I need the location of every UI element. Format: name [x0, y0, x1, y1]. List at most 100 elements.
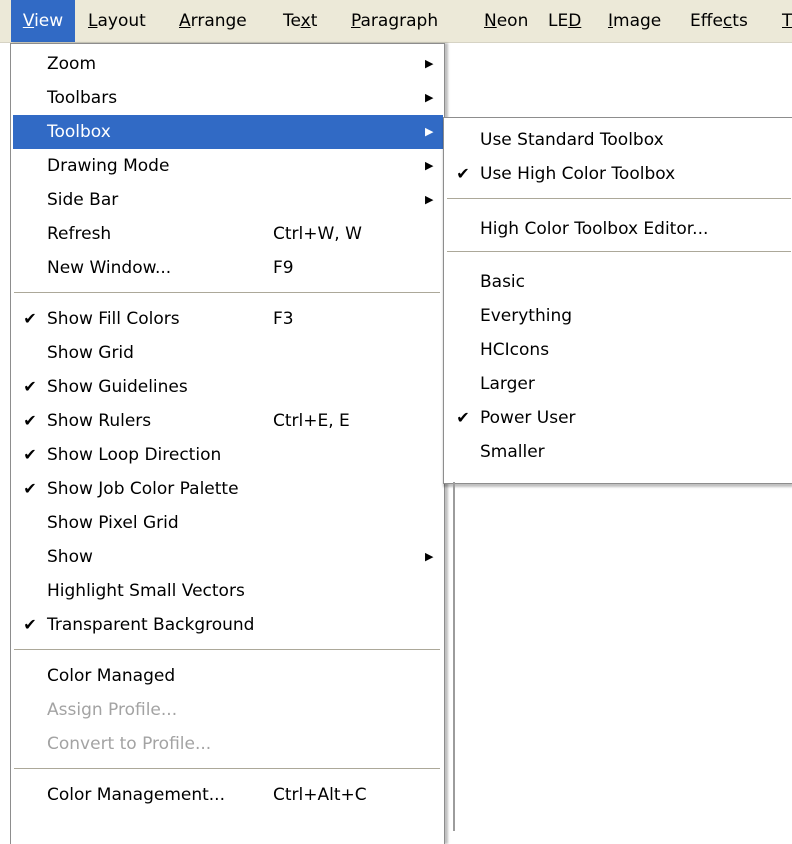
- menu-label: rrange: [190, 11, 247, 31]
- menu-mnemonic: D: [568, 11, 582, 31]
- menu-item-color-managed[interactable]: Color Managed: [13, 659, 443, 693]
- menu-item-label: Zoom: [47, 54, 97, 74]
- menu-image[interactable]: Image: [606, 0, 663, 42]
- menu-item-label: Side Bar: [47, 190, 119, 210]
- menu-bar: View Layout Arrange Text Paragraph Neon …: [0, 0, 792, 43]
- menu-label: iew: [34, 11, 64, 31]
- check-icon: ✔: [456, 164, 470, 183]
- menu-item-basic[interactable]: Basic: [446, 265, 792, 299]
- menu-t-truncated[interactable]: T: [780, 0, 792, 42]
- menu-separator: [14, 292, 440, 294]
- menu-item-label: Show Guidelines: [47, 377, 188, 397]
- menu-label: eon: [496, 11, 529, 31]
- submenu-arrow-icon: ▶: [425, 550, 434, 563]
- menu-item-label: Color Managed: [47, 666, 176, 686]
- menu-item-everything[interactable]: Everything: [446, 299, 792, 333]
- menu-effects[interactable]: Effects: [688, 0, 750, 42]
- menu-item-shortcut: Ctrl+W, W: [273, 224, 362, 244]
- menu-mnemonic: c: [722, 11, 733, 31]
- menu-mnemonic: P: [351, 11, 361, 31]
- menu-item-smaller[interactable]: Smaller: [446, 435, 792, 469]
- menu-item-label: High Color Toolbox Editor...: [480, 219, 709, 239]
- menu-item-side-bar[interactable]: Side Bar ▶: [13, 183, 443, 217]
- menu-mnemonic: T: [782, 11, 792, 31]
- menu-item-larger[interactable]: Larger: [446, 367, 792, 401]
- menu-item-assign-profile[interactable]: Assign Profile...: [13, 693, 443, 727]
- menu-label: Effe: [690, 11, 723, 31]
- menu-item-power-user[interactable]: ✔ Power User: [446, 401, 792, 435]
- menu-separator: [447, 251, 791, 253]
- check-icon: ✔: [23, 445, 37, 464]
- submenu-arrow-icon: ▶: [425, 193, 434, 206]
- menu-item-label: HCIcons: [480, 340, 550, 360]
- menu-item-use-standard-toolbox[interactable]: Use Standard Toolbox: [446, 123, 792, 157]
- menu-label: t: [310, 11, 318, 31]
- menu-item-hcicons[interactable]: HCIcons: [446, 333, 792, 367]
- menu-item-show-grid[interactable]: Show Grid: [13, 336, 443, 370]
- menu-item-label: Use High Color Toolbox: [480, 164, 676, 184]
- menu-item-show-guidelines[interactable]: ✔ Show Guidelines: [13, 370, 443, 404]
- check-icon: ✔: [23, 309, 37, 328]
- menu-item-zoom[interactable]: Zoom ▶: [13, 47, 443, 81]
- menu-item-label: Show Grid: [47, 343, 134, 363]
- submenu-arrow-icon: ▶: [425, 125, 434, 138]
- menu-label: aragraph: [360, 11, 439, 31]
- menu-layout[interactable]: Layout: [86, 0, 148, 42]
- menu-label: mage: [613, 11, 662, 31]
- menu-mnemonic: x: [300, 11, 311, 31]
- check-icon: ✔: [23, 479, 37, 498]
- menu-neon[interactable]: Neon: [482, 0, 530, 42]
- menu-item-show-job-color-palette[interactable]: ✔ Show Job Color Palette: [13, 472, 443, 506]
- menu-item-toolbars[interactable]: Toolbars ▶: [13, 81, 443, 115]
- menu-mnemonic: V: [22, 11, 35, 31]
- menu-item-label: Toolbars: [47, 88, 118, 108]
- menu-item-high-color-toolbox-editor[interactable]: High Color Toolbox Editor...: [446, 212, 792, 246]
- menu-label: LE: [548, 11, 569, 31]
- menu-item-highlight-small-vectors[interactable]: Highlight Small Vectors: [13, 574, 443, 608]
- menu-arrange[interactable]: Arrange: [177, 0, 249, 42]
- menu-item-label: Show: [47, 547, 93, 567]
- menu-item-label: Power User: [480, 408, 576, 428]
- menu-paragraph[interactable]: Paragraph: [349, 0, 440, 42]
- menu-item-drawing-mode[interactable]: Drawing Mode ▶: [13, 149, 443, 183]
- menu-item-label: Basic: [480, 272, 526, 292]
- menu-item-toolbox[interactable]: Toolbox ▶: [13, 115, 443, 149]
- menu-item-refresh[interactable]: Refresh Ctrl+W, W: [13, 217, 443, 251]
- check-icon: ✔: [23, 411, 37, 430]
- menu-item-show-fill-colors[interactable]: ✔ Show Fill Colors F3: [13, 302, 443, 336]
- menu-item-show[interactable]: Show ▶: [13, 540, 443, 574]
- menu-item-label: Larger: [480, 374, 535, 394]
- menu-item-label: Use Standard Toolbox: [480, 130, 664, 150]
- menu-item-shortcut: Ctrl+E, E: [273, 411, 350, 431]
- submenu-arrow-icon: ▶: [425, 91, 434, 104]
- menu-item-transparent-background[interactable]: ✔ Transparent Background: [13, 608, 443, 642]
- menu-separator: [14, 768, 440, 770]
- menu-separator: [447, 198, 791, 200]
- menu-item-label: Show Rulers: [47, 411, 152, 431]
- canvas-edge-divider: [453, 482, 455, 831]
- menu-item-show-rulers[interactable]: ✔ Show Rulers Ctrl+E, E: [13, 404, 443, 438]
- menu-item-label: Show Job Color Palette: [47, 479, 239, 499]
- menu-led[interactable]: LED: [546, 0, 583, 42]
- menu-label: ayout: [97, 11, 146, 31]
- menu-view[interactable]: View: [11, 0, 75, 42]
- menu-item-show-loop-direction[interactable]: ✔ Show Loop Direction: [13, 438, 443, 472]
- menu-item-color-management[interactable]: Color Management... Ctrl+Alt+C: [13, 778, 443, 812]
- menu-item-label: Transparent Background: [47, 615, 255, 635]
- menu-item-new-window[interactable]: New Window... F9: [13, 251, 443, 285]
- menu-item-label: Show Pixel Grid: [47, 513, 179, 533]
- menu-text[interactable]: Text: [281, 0, 319, 42]
- submenu-arrow-icon: ▶: [425, 57, 434, 70]
- menu-item-show-pixel-grid[interactable]: Show Pixel Grid: [13, 506, 443, 540]
- submenu-arrow-icon: ▶: [425, 159, 434, 172]
- menu-item-use-high-color-toolbox[interactable]: ✔ Use High Color Toolbox: [446, 157, 792, 191]
- menu-item-label: Toolbox: [47, 122, 111, 142]
- menu-item-label: Refresh: [47, 224, 112, 244]
- menu-mnemonic: N: [484, 11, 497, 31]
- menu-item-convert-to-profile[interactable]: Convert to Profile...: [13, 727, 443, 761]
- check-icon: ✔: [456, 408, 470, 427]
- menu-item-label: Color Management...: [47, 785, 225, 805]
- menu-item-label: Everything: [480, 306, 573, 326]
- check-icon: ✔: [23, 615, 37, 634]
- toolbox-submenu: Use Standard Toolbox ✔ Use High Color To…: [443, 117, 792, 484]
